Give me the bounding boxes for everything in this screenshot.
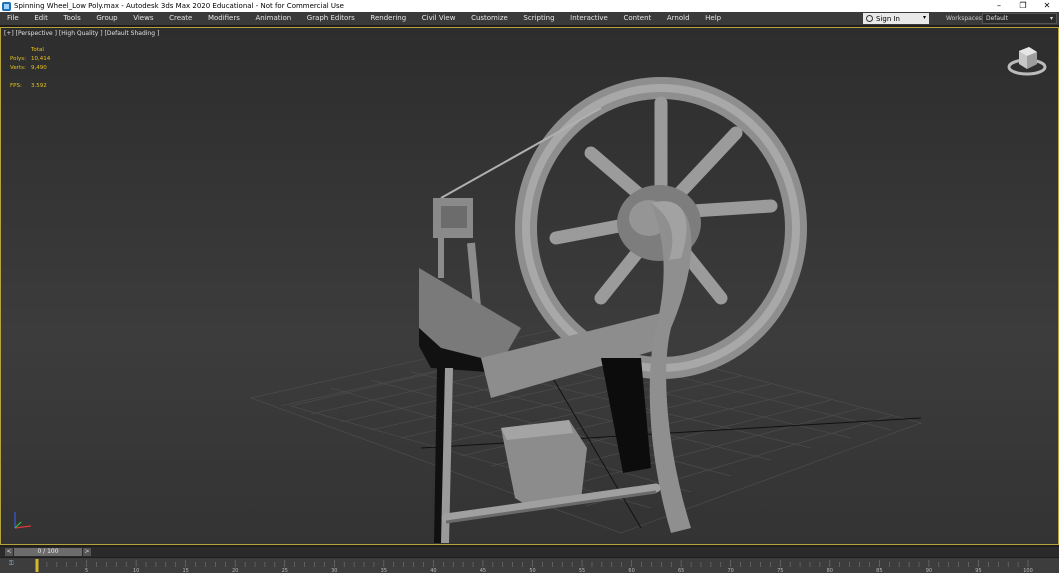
frame-tick-label: 40 [430, 568, 436, 573]
frame-tick-label: 45 [480, 568, 486, 573]
frame-tick-label: 25 [282, 568, 288, 573]
frame-tick-label: 85 [876, 568, 882, 573]
stats-polys-label: Polys: [10, 56, 26, 62]
axis-tripod-icon [14, 512, 32, 529]
viewcube-icon[interactable] [1006, 43, 1048, 79]
user-icon [866, 15, 873, 22]
stats-polys-value: 10,414 [31, 56, 51, 62]
menu-create[interactable]: Create [161, 12, 200, 25]
track-ruler: 5 10 15 20 25 30 35 40 45 50 55 60 65 70 75 80 85 90 95 100 [35, 559, 1033, 573]
menu-interactive[interactable]: Interactive [562, 12, 615, 25]
window-title: Spinning Wheel_Low Poly.max - Autodesk 3… [14, 2, 344, 10]
frame-tick-label: 30 [331, 568, 337, 573]
close-button[interactable]: ✕ [1035, 0, 1059, 12]
frame-tick-label: 10 [133, 568, 139, 573]
stats-verts-value: 9,490 [31, 65, 47, 71]
stats-total-header: Total [31, 47, 44, 53]
window-controls: – ❐ ✕ [987, 0, 1059, 12]
frame-tick-label: 75 [777, 568, 783, 573]
frame-tick-label: 50 [529, 568, 535, 573]
frame-tick-label: 15 [182, 568, 188, 573]
frame-tick-label: 35 [381, 568, 387, 573]
chevron-down-icon: ▾ [1049, 15, 1053, 22]
menu-group[interactable]: Group [89, 12, 126, 25]
next-frame-button[interactable]: > [83, 548, 91, 556]
frame-tick-label: 65 [678, 568, 684, 573]
frame-tick-label: 90 [926, 568, 932, 573]
title-bar: Spinning Wheel_Low Poly.max - Autodesk 3… [0, 0, 1059, 12]
frame-tick-label: 20 [232, 568, 238, 573]
workspace-value: Default [986, 15, 1008, 22]
menu-scripting[interactable]: Scripting [516, 12, 563, 25]
frame-tick-label: 5 [85, 568, 88, 573]
perspective-viewport[interactable]: [+] [Perspective ] [High Quality ] [Defa… [0, 27, 1059, 545]
3dsmax-app-icon [2, 1, 11, 11]
frame-tick-label: 55 [579, 568, 585, 573]
scene-render [249, 77, 923, 543]
minimize-button[interactable]: – [987, 0, 1011, 12]
menu-modifiers[interactable]: Modifiers [200, 12, 248, 25]
menu-tools[interactable]: Tools [56, 12, 89, 25]
previous-frame-button[interactable]: < [5, 548, 13, 556]
current-frame-marker[interactable] [35, 559, 39, 572]
frame-tick-label: 80 [827, 568, 833, 573]
sign-in-label: Sign In [876, 14, 900, 23]
stats-verts-label: Verts: [10, 65, 26, 71]
restore-button[interactable]: ❐ [1011, 0, 1035, 12]
menu-civil-view[interactable]: Civil View [414, 12, 463, 25]
frame-tick-label: 100 [1023, 568, 1033, 573]
menu-help[interactable]: Help [697, 12, 729, 25]
frame-tick-label: 70 [728, 568, 734, 573]
viewport-label[interactable]: [+] [Perspective ] [High Quality ] [Defa… [4, 30, 159, 37]
track-bar[interactable]: ⚿ 5 10 15 20 25 30 35 40 45 50 55 60 65 70 75 80 85 90 95 1… [0, 558, 1059, 573]
stats-fps-label: FPS: [10, 83, 22, 89]
menu-file[interactable]: File [0, 12, 27, 25]
time-slider[interactable]: < 0 / 100 > [0, 547, 1059, 557]
menu-views[interactable]: Views [125, 12, 161, 25]
sign-in-dropdown[interactable]: Sign In ▾ [863, 13, 929, 24]
workspace-select[interactable]: Default ▾ [982, 13, 1057, 24]
menu-arnold[interactable]: Arnold [659, 12, 697, 25]
menu-edit[interactable]: Edit [27, 12, 56, 25]
stats-fps-value: 3.592 [31, 83, 47, 89]
menu-customize[interactable]: Customize [463, 12, 515, 25]
menu-graph-editors[interactable]: Graph Editors [299, 12, 363, 25]
menu-animation[interactable]: Animation [248, 12, 299, 25]
frame-tick-label: 60 [628, 568, 634, 573]
time-slider-thumb[interactable]: 0 / 100 [14, 548, 82, 556]
chevron-down-icon: ▾ [922, 14, 926, 21]
workspaces-label: Workspaces: [946, 15, 984, 22]
menu-rendering[interactable]: Rendering [363, 12, 414, 25]
menu-content[interactable]: Content [616, 12, 659, 25]
frame-tick-label: 95 [975, 568, 981, 573]
